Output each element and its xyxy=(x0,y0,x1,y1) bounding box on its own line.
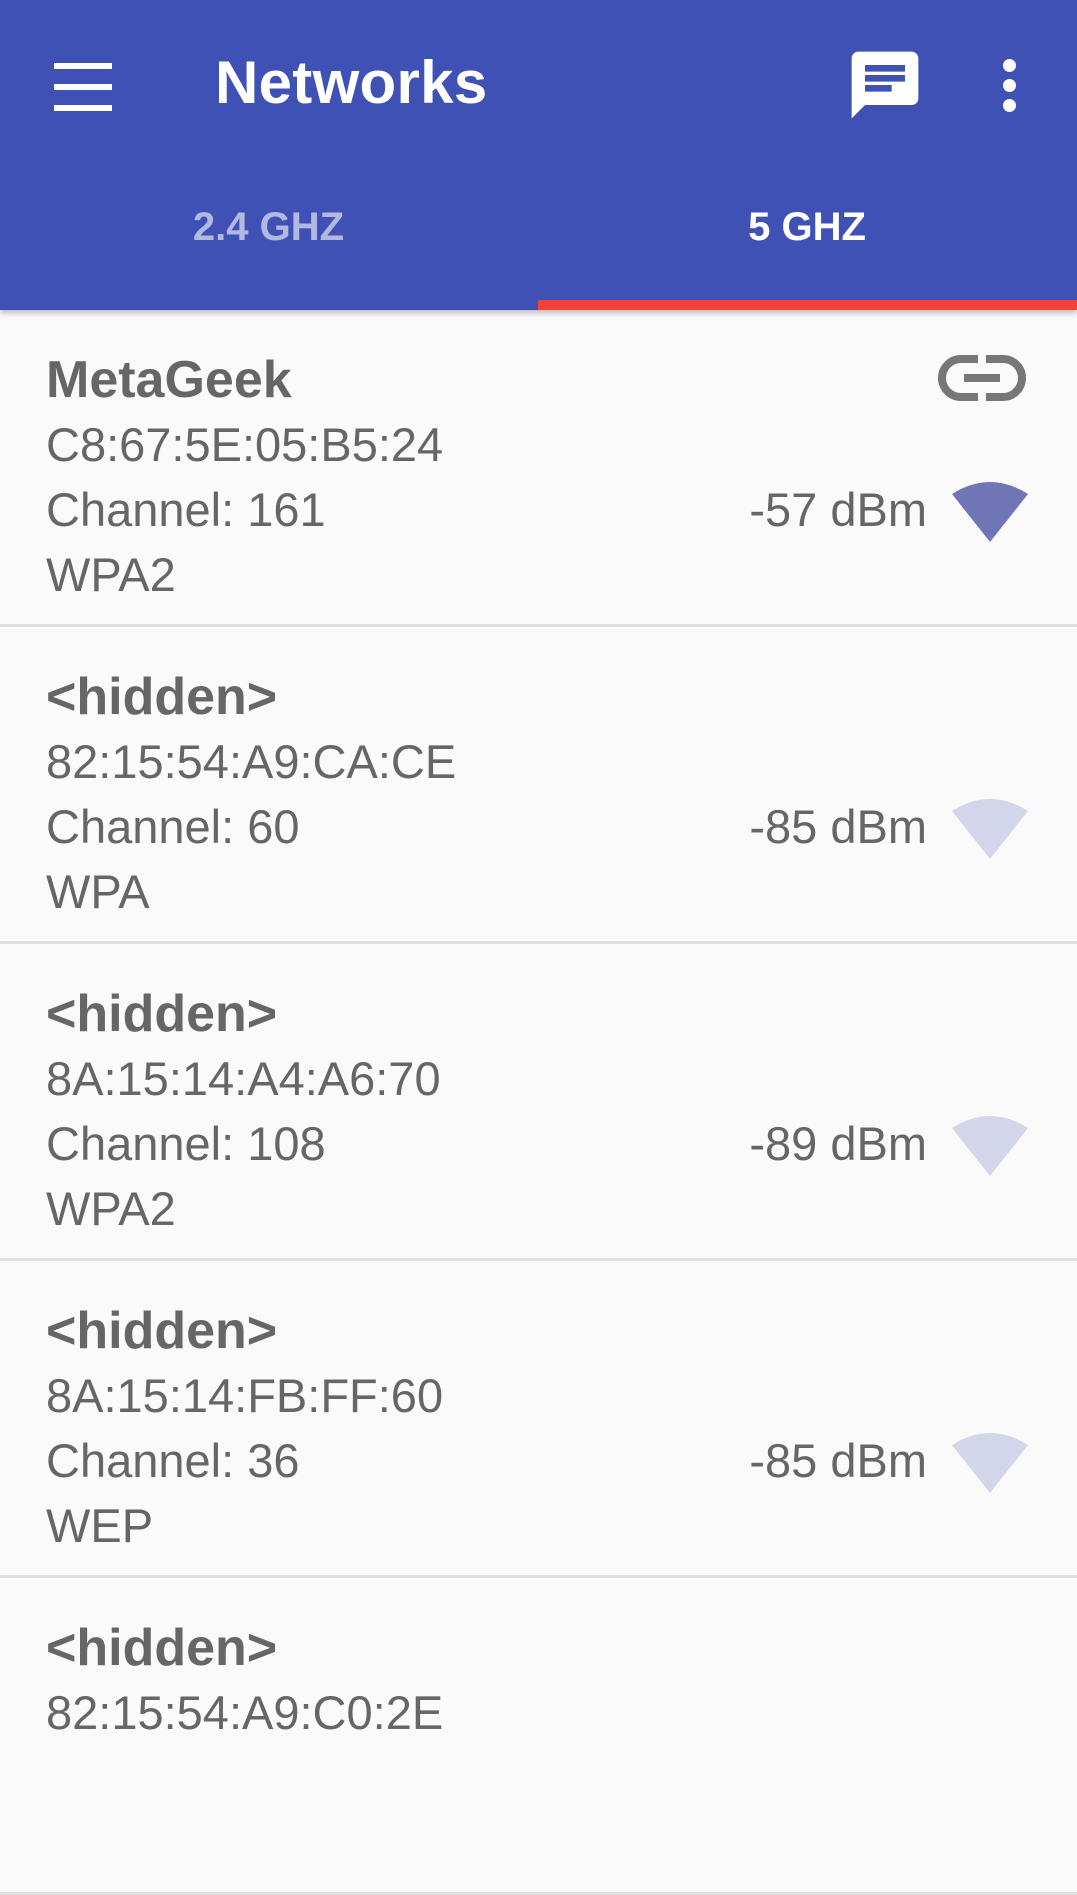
network-channel: Channel: 108 xyxy=(46,1117,326,1170)
network-signal-strength: -85 dBm xyxy=(749,800,927,853)
list-item-network-2[interactable]: <hidden> 82:15:54:A9:CA:CE Channel: 60 W… xyxy=(0,627,1077,944)
list-item-network-3[interactable]: <hidden> 8A:15:14:A4:A6:70 Channel: 108 … xyxy=(0,944,1077,1261)
tab-5-ghz[interactable]: 5 GHZ xyxy=(537,205,1077,275)
list-item-network-4[interactable]: <hidden> 8A:15:14:FB:FF:60 Channel: 36 W… xyxy=(0,1261,1077,1578)
network-bssid: 82:15:54:A9:C0:2E xyxy=(46,1686,444,1739)
network-signal-strength: -57 dBm xyxy=(749,483,927,536)
network-bssid: C8:67:5E:05:B5:24 xyxy=(46,418,444,471)
wifi-signal-icon xyxy=(952,482,1028,542)
network-bssid: 8A:15:14:A4:A6:70 xyxy=(46,1052,441,1105)
app-bar: Networks 2.4 GHZ 5 GHZ xyxy=(0,0,1077,310)
network-security: WPA2 xyxy=(46,1182,176,1235)
network-list[interactable]: MetaGeek C8:67:5E:05:B5:24 Channel: 161 … xyxy=(0,310,1077,1895)
network-ssid: <hidden> xyxy=(46,985,278,1043)
network-security: WPA2 xyxy=(46,548,176,601)
network-channel: Channel: 36 xyxy=(46,1434,300,1487)
network-security: WPA xyxy=(46,865,150,918)
network-signal-strength: -89 dBm xyxy=(749,1117,927,1170)
wifi-signal-icon xyxy=(952,799,1028,859)
list-item-network-5[interactable]: <hidden> 82:15:54:A9:C0:2E xyxy=(0,1578,1077,1895)
network-ssid: <hidden> xyxy=(46,668,278,726)
tab-indicator xyxy=(538,300,1077,310)
network-bssid: 8A:15:14:FB:FF:60 xyxy=(46,1369,444,1422)
feedback-icon xyxy=(851,51,919,119)
link-icon xyxy=(938,353,1026,403)
network-channel: Channel: 161 xyxy=(46,483,326,536)
network-signal-strength: -85 dBm xyxy=(749,1434,927,1487)
menu-button[interactable] xyxy=(38,45,128,135)
network-channel: Channel: 60 xyxy=(46,800,300,853)
feedback-button[interactable] xyxy=(845,45,925,125)
wifi-signal-icon xyxy=(952,1116,1028,1176)
list-item-network-1[interactable]: MetaGeek C8:67:5E:05:B5:24 Channel: 161 … xyxy=(0,310,1077,627)
network-security: WEP xyxy=(46,1499,154,1552)
network-ssid: <hidden> xyxy=(46,1302,278,1360)
page-title: Networks xyxy=(215,49,488,116)
wifi-signal-icon xyxy=(952,1433,1028,1493)
network-bssid: 82:15:54:A9:CA:CE xyxy=(46,735,457,788)
network-ssid: MetaGeek xyxy=(46,351,292,409)
more-options-button[interactable] xyxy=(985,45,1035,125)
network-ssid: <hidden> xyxy=(46,1619,278,1677)
tab-2-4-ghz[interactable]: 2.4 GHZ xyxy=(0,205,537,275)
